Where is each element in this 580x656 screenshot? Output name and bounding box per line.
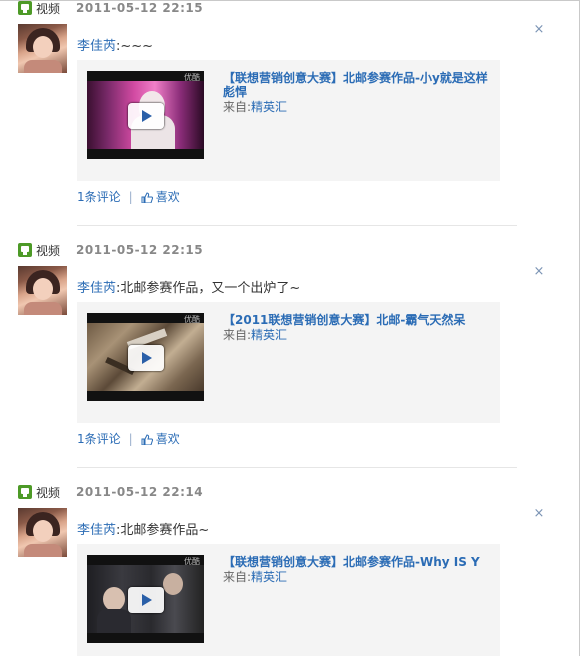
- play-icon[interactable]: [128, 587, 164, 613]
- post-type: 视频: [18, 484, 60, 500]
- post-type-label: 视频: [36, 1, 61, 16]
- video-type-icon: [18, 1, 32, 15]
- avatar[interactable]: [18, 266, 67, 315]
- post-timestamp: 2011-05-12 22:15: [76, 1, 204, 15]
- post-actions: 1条评论 | 喜欢: [77, 432, 180, 446]
- thumbs-up-icon[interactable]: [141, 433, 153, 445]
- avatar[interactable]: [18, 508, 67, 557]
- play-icon[interactable]: [128, 103, 164, 129]
- video-title-link[interactable]: 【联想营销创意大赛】北邮参赛作品-小y就是这样彪悍: [223, 71, 493, 99]
- like-link[interactable]: 喜欢: [156, 190, 180, 204]
- video-source: 来自:精英汇: [223, 570, 287, 584]
- video-card: 优酷 【2011联想营销创意大赛】北邮-霸气天然呆 来自:精英汇: [77, 302, 500, 423]
- post-timestamp: 2011-05-12 22:15: [76, 243, 204, 257]
- delete-post-button[interactable]: ×: [533, 507, 545, 521]
- comments-link[interactable]: 1条评论: [77, 190, 121, 204]
- like-link[interactable]: 喜欢: [156, 432, 180, 446]
- status-text: 李佳芮:北邮参赛作品，又一个出炉了~: [77, 280, 300, 298]
- post-timestamp: 2011-05-12 22:14: [76, 485, 204, 499]
- comments-link[interactable]: 1条评论: [77, 432, 121, 446]
- post-type-label: 视频: [36, 243, 61, 258]
- author-link[interactable]: 李佳芮: [77, 281, 116, 296]
- status-message: :~~~: [116, 39, 154, 54]
- status-text: 李佳芮:北邮参赛作品~: [77, 522, 209, 540]
- action-separator: |: [128, 432, 133, 446]
- video-thumbnail[interactable]: 优酷: [87, 71, 204, 159]
- source-link[interactable]: 精英汇: [251, 100, 287, 114]
- video-type-icon: [18, 243, 32, 257]
- video-card: 优酷 【联想营销创意大赛】北邮参赛作品-Why IS Y 来自:精英汇: [77, 544, 500, 656]
- source-prefix: 来自:: [223, 328, 252, 342]
- avatar[interactable]: [18, 24, 67, 73]
- video-source-logo: 优酷: [184, 73, 200, 82]
- play-icon[interactable]: [128, 345, 164, 371]
- video-title-link[interactable]: 【联想营销创意大赛】北邮参赛作品-Why IS Y: [223, 555, 493, 569]
- video-source: 来自:精英汇: [223, 100, 287, 114]
- video-source-logo: 优酷: [184, 557, 200, 566]
- video-card: 优酷 【联想营销创意大赛】北邮参赛作品-小y就是这样彪悍 来自:精英汇: [77, 60, 500, 181]
- author-link[interactable]: 李佳芮: [77, 523, 116, 538]
- author-link[interactable]: 李佳芮: [77, 39, 116, 54]
- delete-post-button[interactable]: ×: [533, 265, 545, 279]
- video-thumbnail[interactable]: 优酷: [87, 313, 204, 401]
- status-message: :北邮参赛作品，又一个出炉了~: [116, 281, 301, 296]
- post-actions: 1条评论 | 喜欢: [77, 190, 180, 204]
- delete-post-button[interactable]: ×: [533, 23, 545, 37]
- status-text: 李佳芮:~~~: [77, 38, 153, 56]
- video-source-logo: 优酷: [184, 315, 200, 324]
- video-thumbnail[interactable]: 优酷: [87, 555, 204, 643]
- video-source: 来自:精英汇: [223, 328, 287, 342]
- post-divider: [77, 225, 517, 226]
- source-link[interactable]: 精英汇: [251, 570, 287, 584]
- source-prefix: 来自:: [223, 570, 252, 584]
- video-title-link[interactable]: 【2011联想营销创意大赛】北邮-霸气天然呆: [223, 313, 493, 327]
- video-type-icon: [18, 485, 32, 499]
- post-type-label: 视频: [36, 485, 61, 500]
- post-type: 视频: [18, 0, 60, 16]
- source-prefix: 来自:: [223, 100, 252, 114]
- post-type: 视频: [18, 242, 60, 258]
- thumbs-up-icon[interactable]: [141, 191, 153, 203]
- action-separator: |: [128, 190, 133, 204]
- post-divider: [77, 467, 517, 468]
- source-link[interactable]: 精英汇: [251, 328, 287, 342]
- status-message: :北邮参赛作品~: [116, 523, 210, 538]
